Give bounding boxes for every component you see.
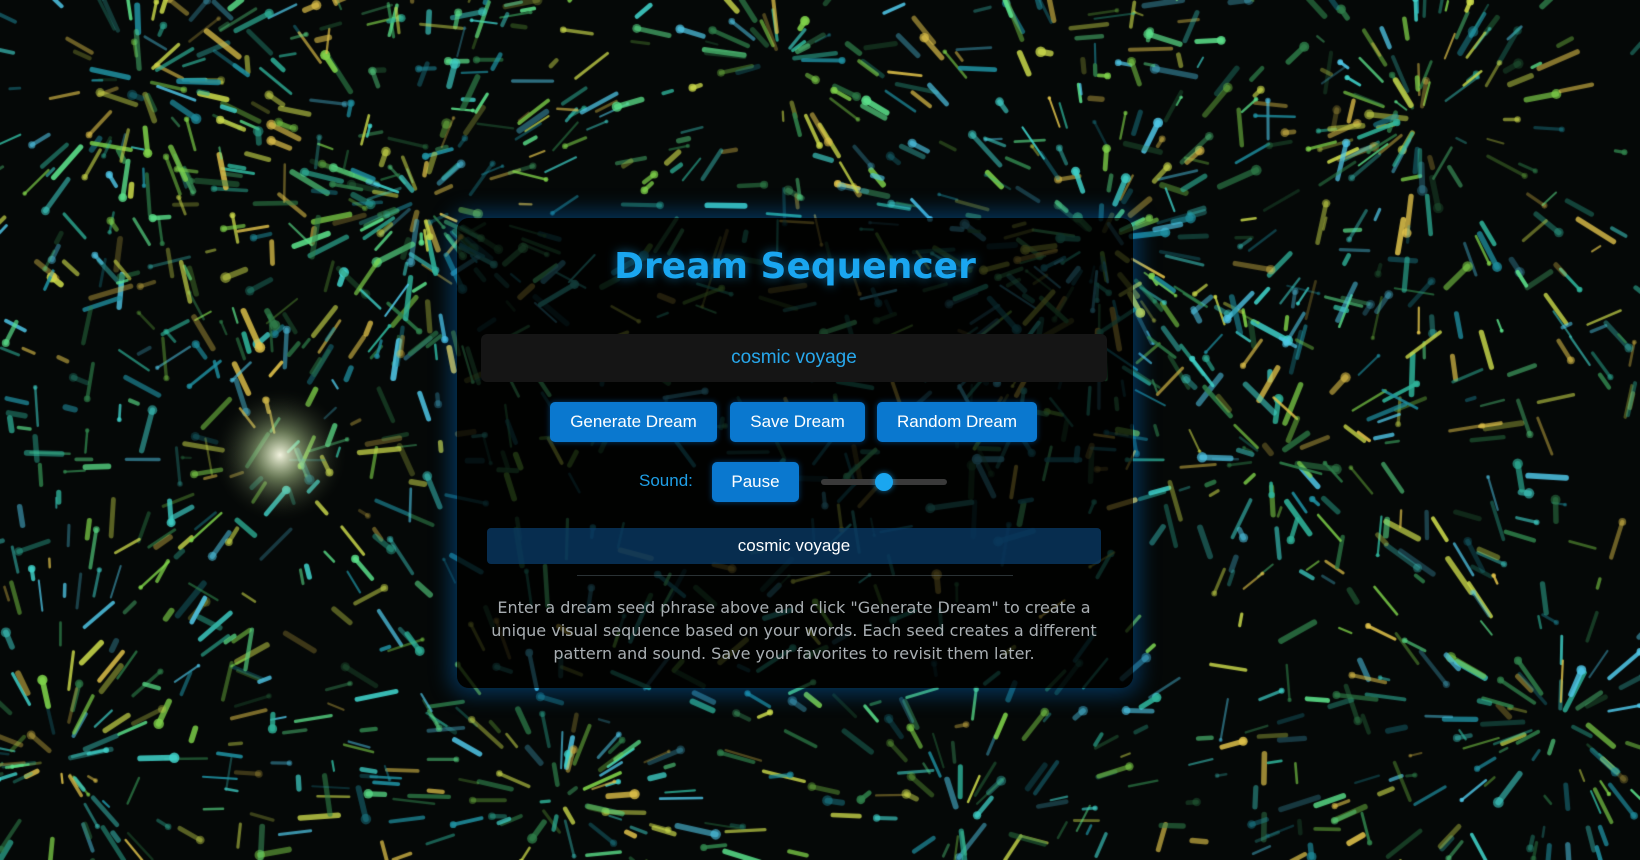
app-title: Dream Sequencer	[614, 246, 976, 287]
sound-label: Sound:	[639, 471, 693, 490]
current-dream-display: cosmic voyage	[487, 528, 1101, 564]
pause-sound-button[interactable]: Pause	[712, 462, 799, 502]
control-panel: Dream Sequencer Generate Dream Save Drea…	[457, 218, 1133, 688]
random-dream-button[interactable]: Random Dream	[877, 402, 1037, 442]
instructions-text: Enter a dream seed phrase above and clic…	[491, 598, 1097, 663]
volume-slider-thumb[interactable]	[875, 473, 893, 491]
generate-dream-button[interactable]: Generate Dream	[550, 402, 717, 442]
save-dream-button[interactable]: Save Dream	[730, 402, 865, 442]
divider	[577, 575, 1013, 576]
volume-slider[interactable]	[821, 473, 947, 491]
dream-seed-input[interactable]	[481, 334, 1107, 382]
